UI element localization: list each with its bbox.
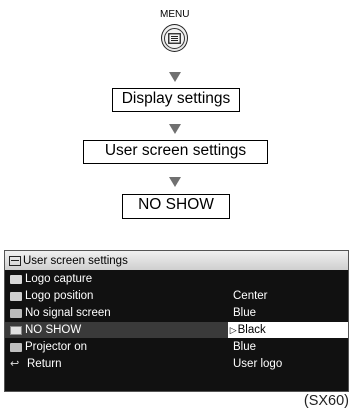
menu-item-logo-position[interactable]: Logo position Center	[5, 288, 348, 304]
down-arrow-icon	[169, 177, 181, 187]
option-label: Black	[237, 324, 266, 336]
menu-title: User screen settings	[23, 254, 128, 267]
return-icon: ↩	[10, 357, 20, 370]
step-user-screen-settings: User screen settings	[83, 140, 268, 164]
user-screen-settings-menu: User screen settings Logo capture Logo p…	[4, 250, 349, 392]
menu-item-return[interactable]: ↩ Return User logo	[5, 356, 348, 372]
menu-item-projector-on[interactable]: Projector on Blue	[5, 339, 348, 355]
model-footnote: (SX60)	[303, 393, 349, 409]
menu-item-label: Return	[27, 358, 62, 370]
menu-item-value: Center	[233, 290, 268, 302]
menu-icon	[164, 27, 185, 49]
menu-button[interactable]	[161, 24, 188, 52]
menu-item-label: Logo capture	[25, 273, 93, 285]
option-label[interactable]: Blue	[229, 341, 256, 353]
menu-item-label: No signal screen	[25, 307, 111, 319]
no-show-icon	[10, 325, 22, 335]
menu-item-no-show[interactable]: NO SHOW ▷ Black	[5, 322, 348, 338]
menu-item-label: Logo position	[25, 290, 94, 302]
menu-item-value: Blue	[233, 307, 257, 319]
down-arrow-icon	[169, 124, 181, 134]
menu-item-label: NO SHOW	[25, 324, 82, 336]
down-arrow-icon	[169, 72, 181, 82]
menu-item-value-selected[interactable]: ▷ Black	[227, 322, 348, 338]
logo-position-icon	[10, 291, 22, 301]
step-no-show: NO SHOW	[122, 194, 230, 219]
pointer-icon: ▷	[229, 324, 237, 335]
projector-icon	[10, 342, 22, 352]
menu-item-no-signal-screen[interactable]: No signal screen Blue	[5, 305, 348, 321]
menu-item-label: Projector on	[25, 341, 88, 353]
image-icon	[10, 274, 22, 284]
option-label[interactable]: User logo	[229, 358, 282, 370]
menu-item-logo-capture[interactable]: Logo capture	[5, 271, 348, 287]
menu-button-label: MENU	[160, 9, 190, 20]
settings-page-icon	[9, 255, 21, 266]
menu-header: User screen settings	[5, 251, 348, 270]
step-display-settings: Display settings	[112, 88, 240, 112]
no-signal-icon	[10, 308, 22, 318]
